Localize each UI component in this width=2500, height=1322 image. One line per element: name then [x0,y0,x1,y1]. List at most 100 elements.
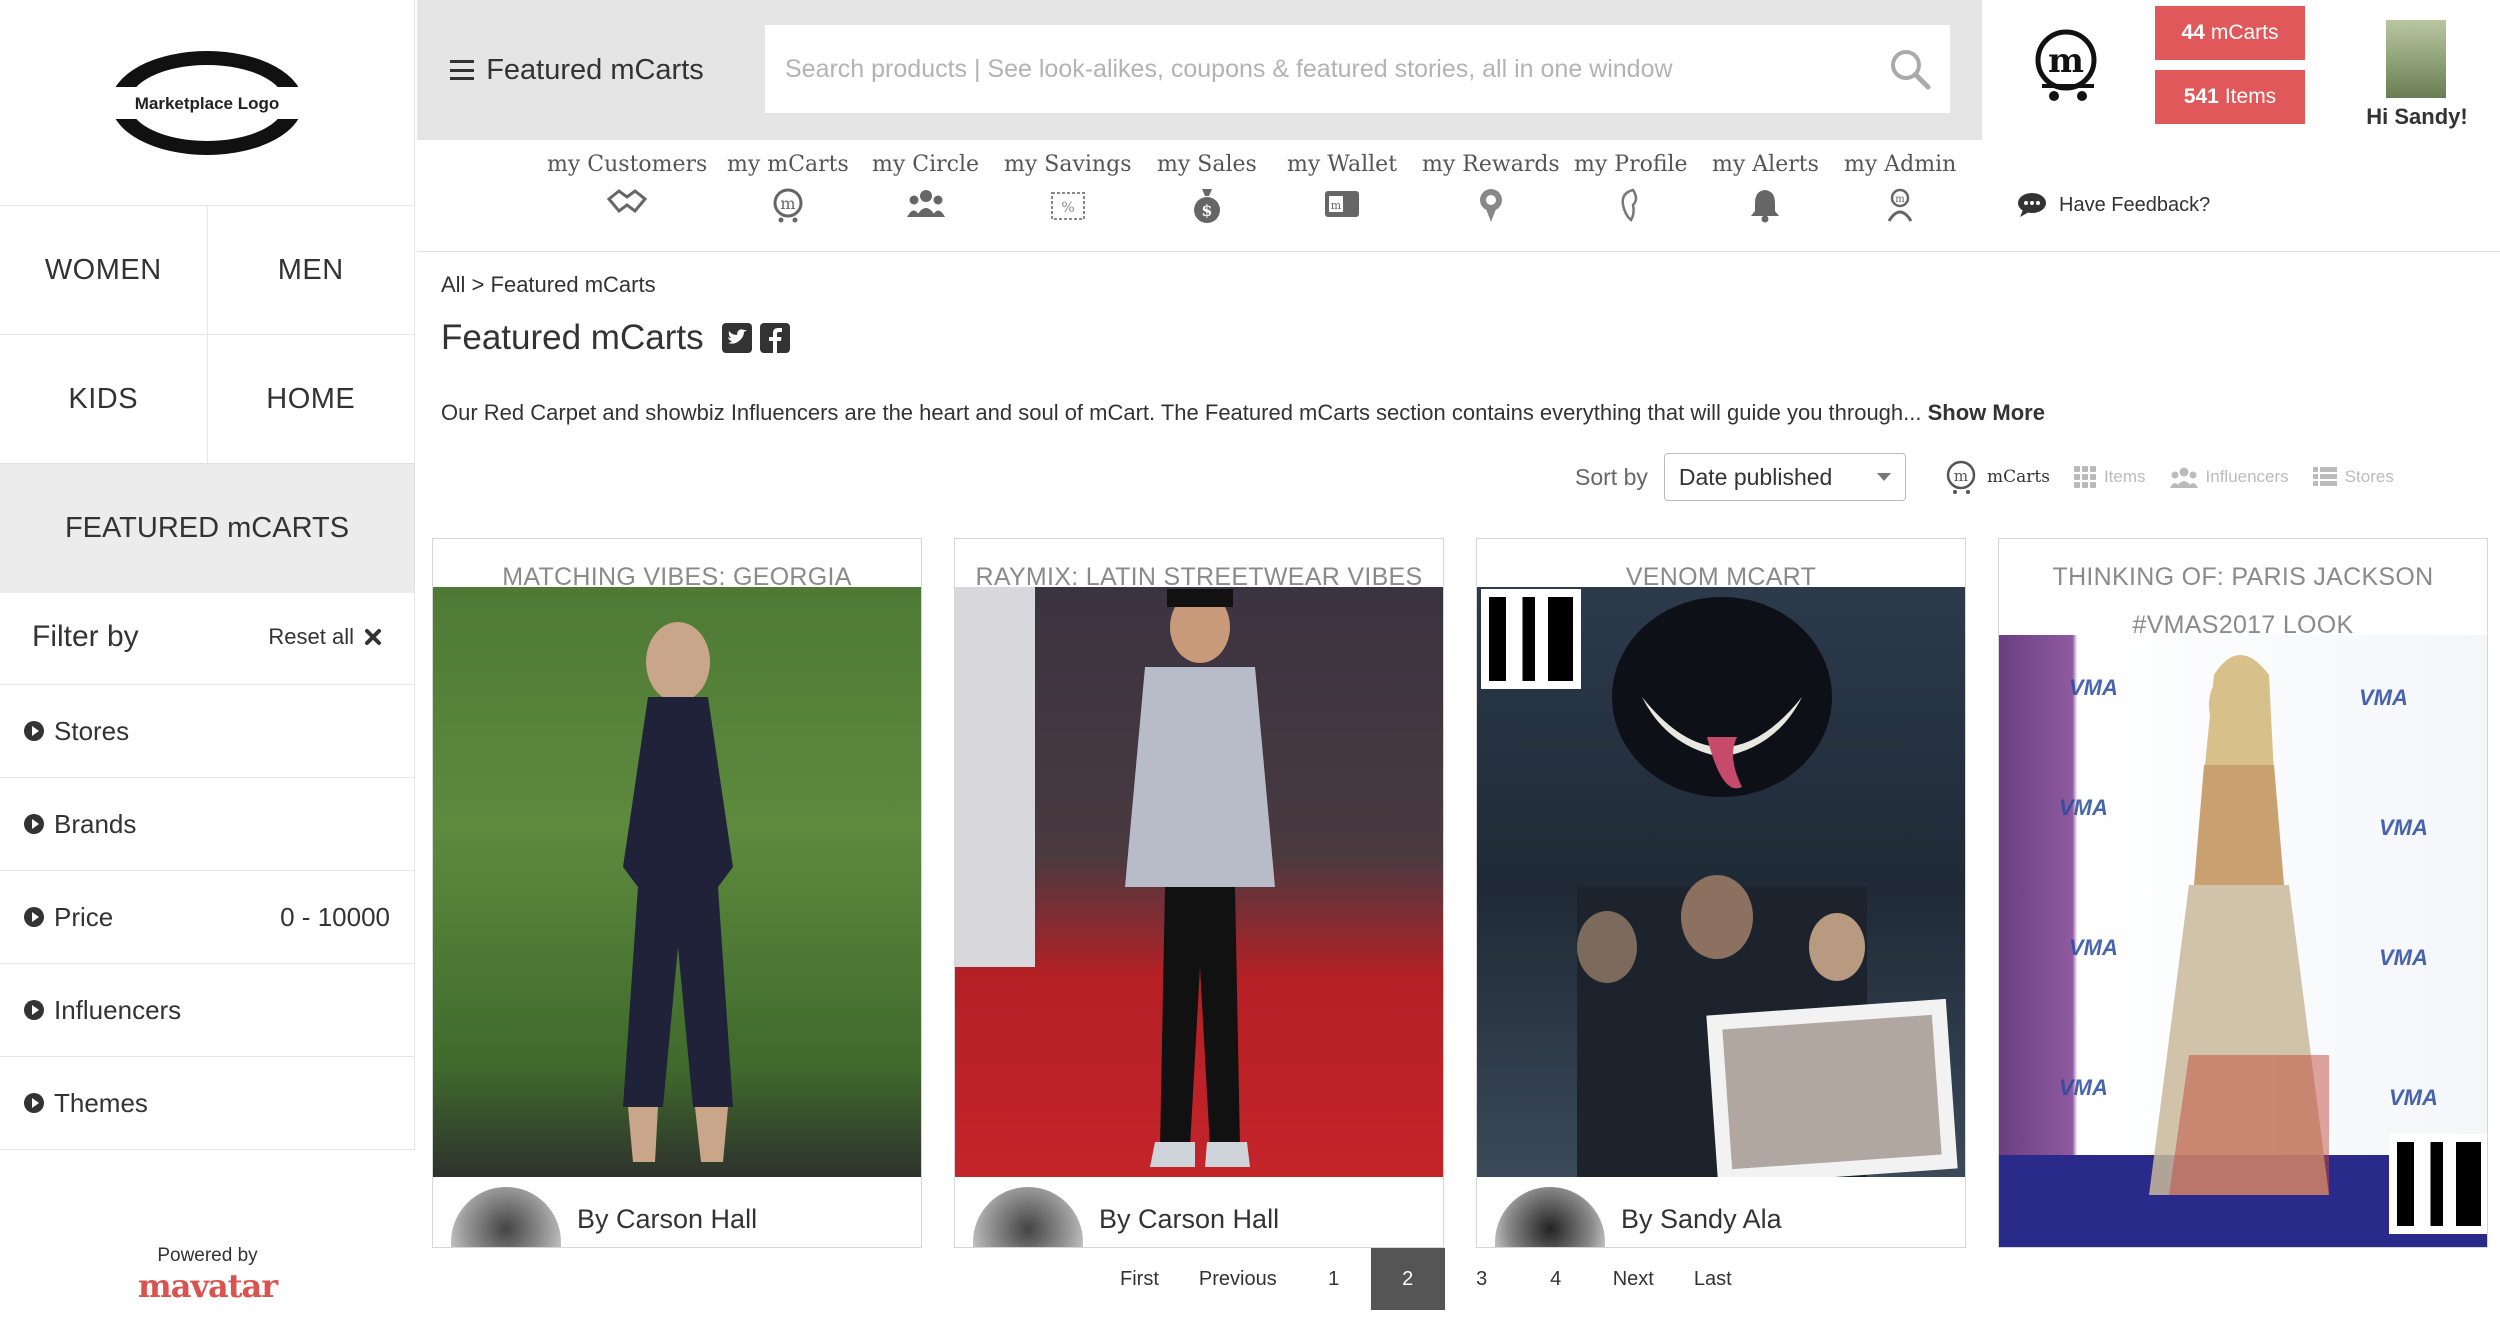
page-4[interactable]: 4 [1519,1248,1593,1310]
tab-label: Items [2103,467,2146,486]
page-2[interactable]: 2 [1370,1248,1445,1310]
fashion-photo [623,622,733,1162]
marketplace-logo-mark: Marketplace Logo [107,50,307,155]
page-description: Our Red Carpet and showbiz Influencers a… [441,400,2491,426]
qr-code[interactable] [1481,589,1581,689]
svg-text:VMA: VMA [2379,945,2428,970]
svg-text:VMA: VMA [2379,815,2428,840]
page-first[interactable]: First [1100,1248,1179,1310]
author-avatar[interactable] [1495,1187,1605,1247]
svg-text:VMA: VMA [2069,675,2118,700]
category-kids[interactable]: KIDS [0,335,208,463]
filter-header: Filter by Reset all [0,590,415,685]
filter-brands[interactable]: Brands [0,778,414,871]
nav-label: my Alerts [1712,152,1819,177]
featured-mcarts-menu-button[interactable]: Featured mCarts [417,0,737,140]
mcart-card[interactable]: MATCHING VIBES: GEORGIA FOWLER By Carson… [432,538,922,1248]
logo-text: Marketplace Logo [135,94,280,113]
search-bar [765,25,1950,113]
top-bar: Featured mCarts [417,0,1982,140]
page-next[interactable]: Next [1593,1248,1674,1310]
mcart-icon: m [1946,460,1976,494]
mcart-card[interactable]: THINKING OF: PARIS JACKSON #VMAS2017 LOO… [1998,538,2488,1248]
card-author[interactable]: By Sandy Ala [1621,1204,1782,1235]
search-input[interactable] [783,53,1888,85]
card-image[interactable] [433,587,921,1187]
items-count-button[interactable]: 541 Items [2155,70,2305,124]
admin-icon: m [1887,188,1913,222]
filter-price[interactable]: Price 0 - 10000 [0,871,414,964]
expand-arrow-icon [24,814,44,834]
menu-label: Featured mCarts [486,53,704,86]
filter-label: Price [54,901,114,932]
nav-my-customers[interactable]: my Customers [547,152,707,227]
mcart-card[interactable]: RAYMIX: LATIN STREETWEAR VIBES By Carson… [954,538,1444,1248]
tab-mcarts[interactable]: m mCarts [1945,460,2050,494]
card-author[interactable]: By Carson Hall [1099,1204,1279,1235]
user-avatar[interactable] [2386,20,2446,98]
nav-label: my Savings [1004,152,1132,177]
nav-label: my Admin [1844,152,1957,177]
filter-themes[interactable]: Themes [0,1057,414,1150]
author-avatar[interactable] [451,1187,561,1247]
show-more-link[interactable]: Show More [1928,400,2045,425]
fashion-photo [955,587,1275,1167]
mcart-logo-icon[interactable]: m [2034,28,2104,104]
mavatar-logo[interactable]: mavatar [0,1267,415,1305]
items-count: 541 [2183,85,2219,108]
svg-text:$: $ [1201,201,1212,220]
nav-my-mcarts[interactable]: my mCarts m [727,152,849,227]
card-footer: By Carson Hall [433,1177,921,1247]
tab-stores[interactable]: Stores [2312,467,2394,487]
card-author[interactable]: By Carson Hall [577,1204,757,1235]
svg-text:%: % [1061,200,1074,216]
powered-by-label: Powered by [157,1245,258,1266]
svg-text:m: m [1331,199,1342,212]
nav-my-admin[interactable]: my Admin m [1844,152,1956,227]
nav-label: my Sales [1157,152,1257,177]
category-home[interactable]: HOME [207,335,415,463]
search-icon[interactable] [1888,47,1932,91]
nav-my-profile[interactable]: my Profile [1574,152,1688,227]
category-men[interactable]: MEN [207,206,415,334]
category-women[interactable]: WOMEN [0,206,208,334]
mcart-card[interactable]: VENOM MCART By Sandy Ala [1476,538,1966,1248]
filter-label: Brands [54,808,137,839]
qr-code[interactable] [2389,1134,2487,1234]
money-bag-icon: $ [1193,189,1220,223]
page-last[interactable]: Last [1674,1248,1752,1310]
nav-my-savings[interactable]: my Savings % [1004,152,1131,227]
category-featured-mcarts[interactable]: FEATURED mCARTS [0,463,415,593]
mcarts-count-button[interactable]: 44 mCarts [2155,6,2305,60]
filter-stores[interactable]: Stores [0,685,414,778]
feedback-link[interactable]: Have Feedback? [2017,192,2210,218]
sort-label: Sort by [1575,463,1648,490]
nav-my-rewards[interactable]: my Rewards [1422,152,1560,227]
facebook-icon[interactable] [759,323,790,353]
card-image[interactable] [955,587,1443,1187]
nav-my-sales[interactable]: my Sales $ [1157,152,1257,227]
bell-icon [1751,190,1780,223]
reset-all-button[interactable]: Reset all [268,624,382,650]
filter-influencers[interactable]: Influencers [0,964,414,1057]
svg-text:m: m [2048,41,2084,81]
powered-by: Powered by mavatar [0,1245,415,1305]
twitter-icon[interactable] [721,323,752,353]
marketplace-logo[interactable]: Marketplace Logo [0,0,415,205]
tab-items[interactable]: Items [2073,466,2146,488]
page-3[interactable]: 3 [1445,1248,1519,1310]
coupon-icon: % [1050,192,1085,220]
author-avatar[interactable] [973,1187,1083,1247]
sort-select[interactable]: Date published [1663,453,1906,501]
nav-my-wallet[interactable]: my Wallet m [1287,152,1397,227]
breadcrumb[interactable]: All > Featured mCarts [441,272,656,298]
items-count-label: Items [2224,85,2277,108]
filter-list: Stores Brands Price 0 - 10000 Influencer… [0,685,415,1150]
page-previous[interactable]: Previous [1179,1248,1297,1310]
nav-my-circle[interactable]: my Circle [872,152,979,227]
expand-arrow-icon [24,907,44,927]
nav-my-alerts[interactable]: my Alerts [1712,152,1819,227]
page-1[interactable]: 1 [1297,1248,1371,1310]
filter-label: Themes [54,1087,148,1118]
tab-influencers[interactable]: Influencers [2169,466,2289,488]
